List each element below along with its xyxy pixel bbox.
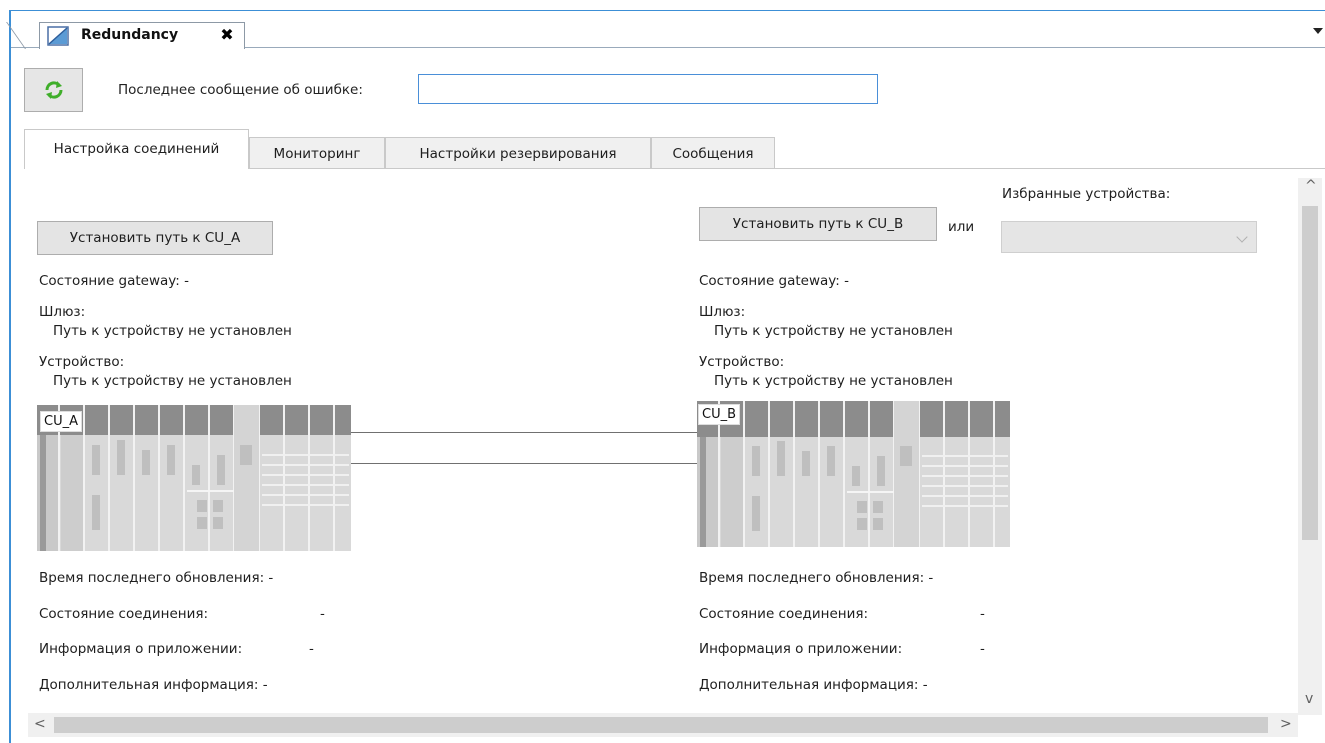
close-icon[interactable]: ✖ [218,26,236,44]
redundancy-doc-icon [47,26,69,46]
tab-monitoring[interactable]: Мониторинг [249,137,385,168]
redundancy-link-2 [351,463,697,464]
left-gateway-path: Путь к устройству не установлен [53,323,292,339]
right-gateway-path: Путь к устройству не установлен [714,323,953,339]
horizontal-scrollbar[interactable]: < > [28,713,1298,737]
redundancy-link-1 [351,432,697,433]
plc-rack-cu-a-image [37,405,351,551]
right-last-update: Время последнего обновления: - [699,570,934,586]
or-label: или [948,219,975,235]
left-device-label: Устройство: [39,354,125,370]
cu-b-label: CU_B [698,404,741,425]
plc-rack-cu-b-image [697,401,1010,547]
favorite-devices-dropdown[interactable] [1001,221,1257,253]
right-gateway-state: Состояние gateway: - [699,273,850,289]
doc-tab-title: Redundancy [81,27,179,43]
left-gateway-label: Шлюз: [39,304,86,320]
left-device-path: Путь к устройству не установлен [53,373,292,389]
left-gateway-state: Состояние gateway: - [39,273,190,289]
scroll-right-icon[interactable]: > [1280,716,1292,732]
last-error-label: Последнее сообщение об ошибке: [118,82,363,98]
right-app-info-value: - [980,641,985,657]
left-app-info-label: Информация о приложении: [39,641,243,657]
scroll-up-icon[interactable]: ^ [1305,178,1317,194]
document-tabstrip: Redundancy ✖ [6,11,1325,49]
tab-list-dropdown-icon[interactable] [1313,28,1323,34]
right-connection-state-value: - [980,606,985,622]
left-connection-state-label: Состояние соединения: [39,606,209,622]
vertical-scroll-thumb[interactable] [1302,206,1318,540]
right-device-path: Путь к устройству не установлен [714,373,953,389]
right-gateway-label: Шлюз: [699,304,746,320]
scroll-down-icon[interactable]: v [1305,691,1313,707]
redundancy-editor: Redundancy ✖ Последнее сообщение об ошиб… [6,10,1325,743]
set-path-cu-a-button[interactable]: Установить путь к CU_A [37,221,273,255]
favorite-devices-label: Избранные устройства: [1002,186,1171,202]
left-extra-info: Дополнительная информация: - [39,677,268,693]
right-connection-state-label: Состояние соединения: [699,606,869,622]
set-path-cu-b-button[interactable]: Установить путь к CU_B [699,207,937,241]
chevron-down-icon [1236,231,1248,243]
scroll-left-icon[interactable]: < [34,716,46,732]
refresh-button[interactable] [24,68,83,112]
right-extra-info: Дополнительная информация: - [699,677,928,693]
cu-a-label: CU_A [40,411,82,432]
tab-redundancy-settings[interactable]: Настройки резервирования [385,137,651,168]
horizontal-scroll-thumb[interactable] [54,717,1268,733]
left-app-info-value: - [309,641,314,657]
vertical-scrollbar[interactable]: ^ v [1298,178,1322,715]
right-app-info-label: Информация о приложении: [699,641,903,657]
left-last-update: Время последнего обновления: - [39,570,274,586]
left-connection-state-value: - [320,606,325,622]
tab-messages[interactable]: Сообщения [651,137,775,168]
last-error-field[interactable] [418,74,878,104]
tab-connection-setup[interactable]: Настройка соединений [24,129,249,169]
refresh-icon [44,81,63,99]
right-device-label: Устройство: [699,354,785,370]
